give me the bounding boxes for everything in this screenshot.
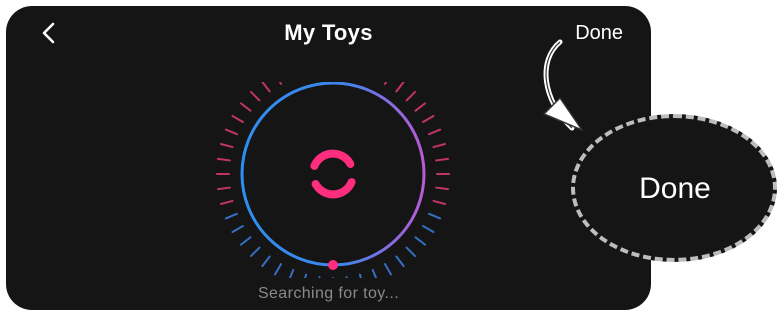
- curved-arrow-icon: [543, 39, 583, 131]
- tick-mark: [239, 102, 252, 112]
- tick-mark: [231, 115, 244, 123]
- tick-mark: [384, 82, 388, 85]
- tick-mark: [395, 82, 405, 93]
- tick-mark: [261, 82, 271, 93]
- tick-mark: [274, 263, 282, 276]
- tick-mark: [231, 225, 244, 233]
- scan-progress-dot: [328, 260, 338, 270]
- tick-mark: [304, 273, 308, 278]
- tick-mark: [345, 276, 348, 278]
- tick-ring: [216, 82, 450, 278]
- tick-mark: [395, 255, 405, 268]
- tick-mark: [371, 269, 378, 278]
- tick-mark: [428, 212, 442, 220]
- tick-mark: [249, 246, 261, 258]
- scan-ring: [240, 82, 426, 267]
- tick-mark: [432, 199, 447, 206]
- tick-mark: [288, 269, 295, 278]
- tick-mark: [428, 128, 442, 136]
- tick-mark: [384, 263, 392, 276]
- tick-mark: [219, 199, 234, 206]
- tick-mark: [224, 128, 238, 136]
- tick-mark: [405, 246, 417, 258]
- tick-mark: [261, 255, 271, 268]
- tick-mark: [239, 236, 252, 246]
- zoomed-done-label: Done: [639, 172, 711, 205]
- tick-mark: [224, 212, 238, 220]
- tick-mark: [422, 115, 435, 123]
- tick-mark: [219, 142, 234, 149]
- status-text: Searching for toy...: [257, 285, 400, 302]
- tick-mark: [358, 273, 362, 278]
- scanner-graphic: [216, 82, 450, 278]
- tick-mark: [432, 142, 447, 149]
- zoom-callout: Done: [571, 114, 777, 262]
- tick-mark: [422, 225, 435, 233]
- tick-mark: [318, 276, 321, 278]
- tick-mark: [405, 90, 417, 102]
- searching-spinner-icon: [310, 149, 356, 199]
- tick-mark: [216, 186, 231, 191]
- tick-mark: [278, 82, 282, 85]
- tick-mark: [435, 186, 450, 191]
- tick-mark: [249, 90, 261, 102]
- tick-mark: [414, 102, 427, 112]
- tick-mark: [435, 157, 450, 162]
- tick-mark: [414, 236, 427, 246]
- tick-mark: [216, 157, 231, 162]
